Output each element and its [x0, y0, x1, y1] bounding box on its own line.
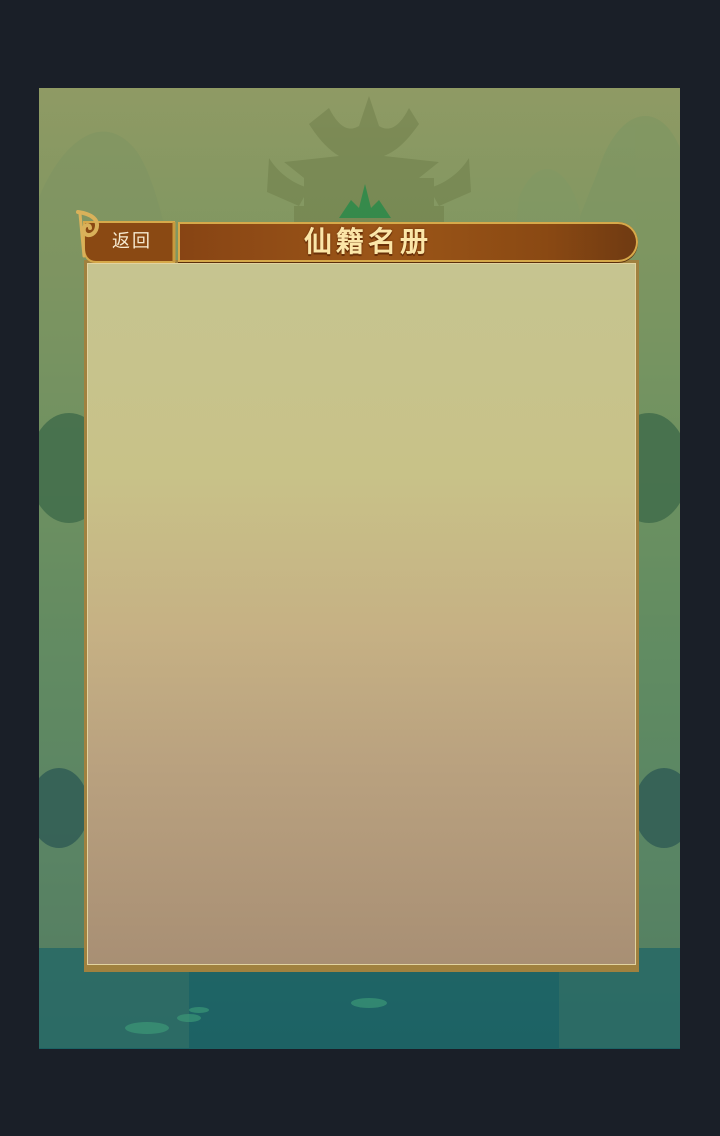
game-viewport: 仙籍名册 返回	[39, 88, 680, 1049]
title-bar: 仙籍名册	[178, 222, 638, 262]
back-label: 返回	[112, 231, 152, 252]
panel-header: 仙籍名册 返回	[74, 210, 640, 265]
page-title: 仙籍名册	[303, 225, 432, 258]
back-button[interactable]: 返回	[74, 210, 178, 265]
roster-panel	[84, 260, 639, 972]
scroll-curl-icon	[76, 210, 99, 258]
